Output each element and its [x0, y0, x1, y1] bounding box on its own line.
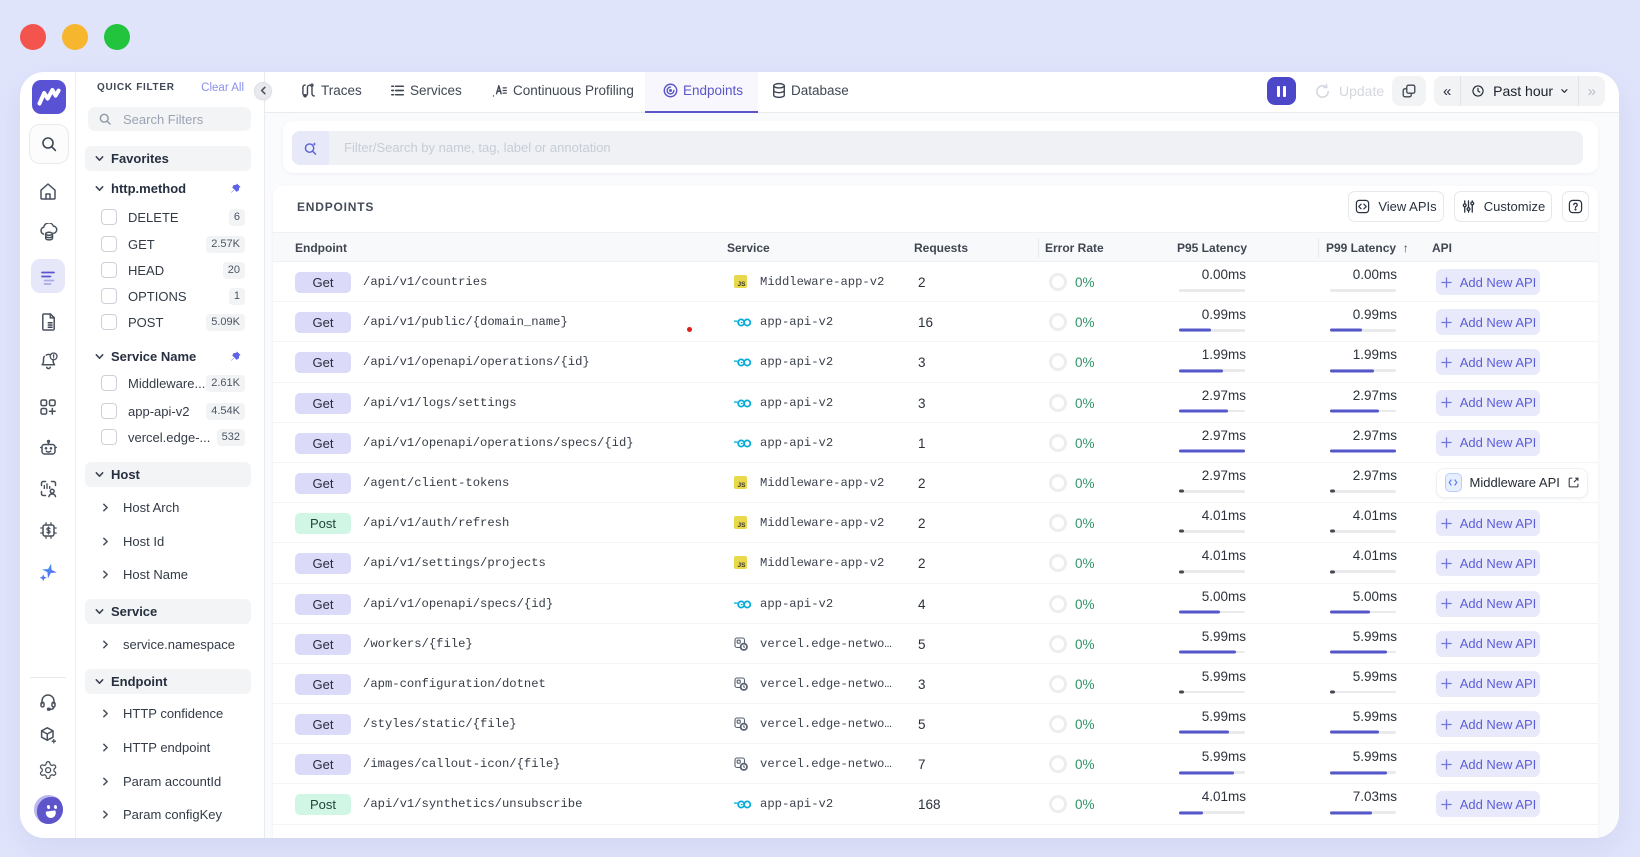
svg-text:JS: JS	[738, 562, 747, 569]
svg-text:JS: JS	[738, 522, 747, 529]
svg-text:JS: JS	[738, 281, 747, 288]
svg-text:JS: JS	[738, 482, 747, 489]
